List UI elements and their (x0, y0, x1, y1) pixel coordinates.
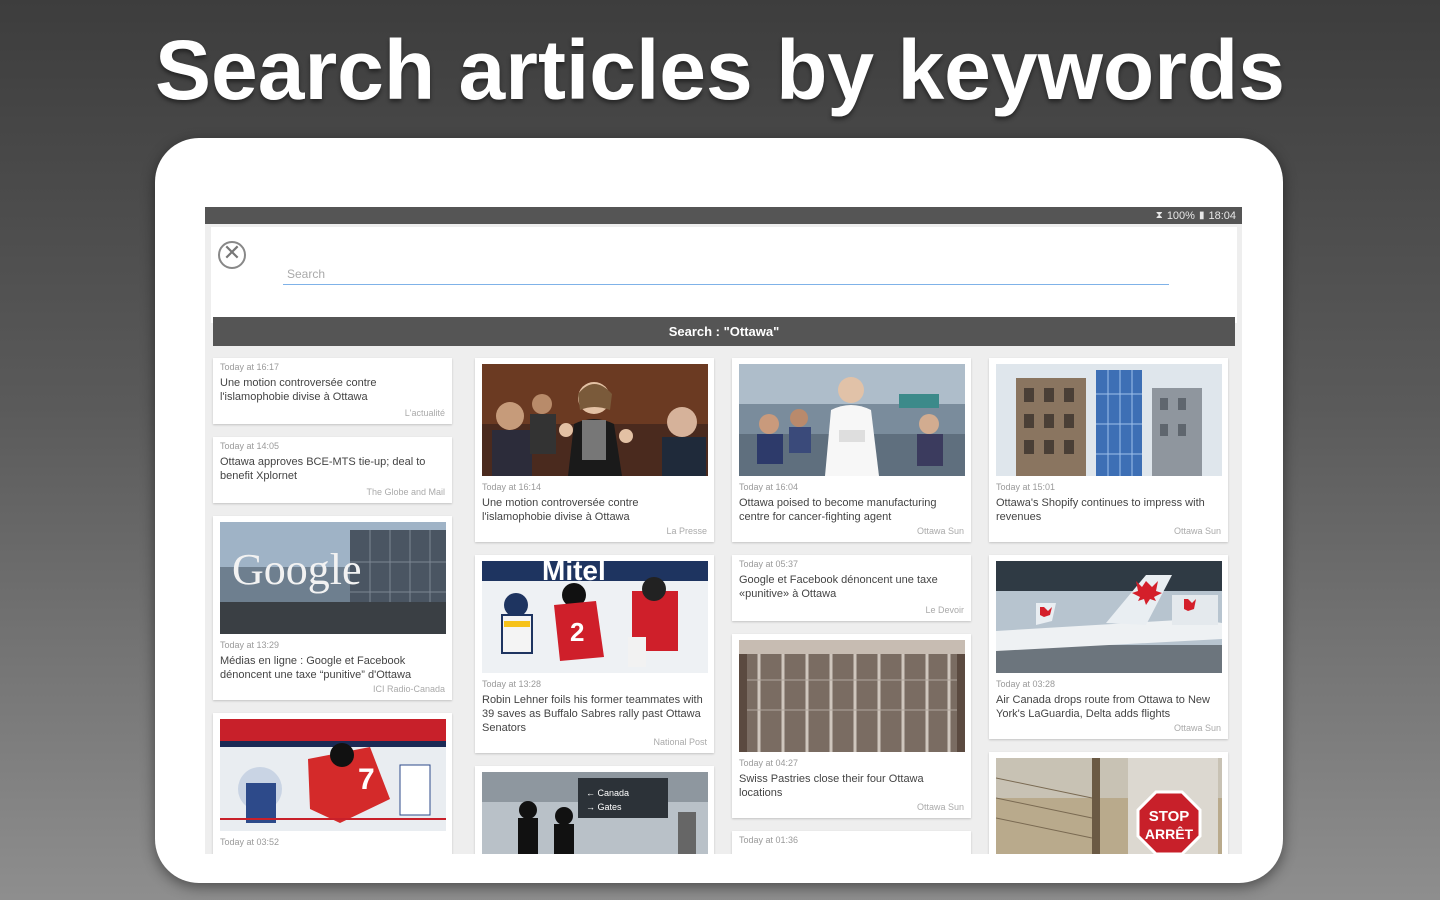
city-buildings-photo (996, 364, 1222, 476)
article-time: Today at 16:17 (220, 362, 280, 372)
search-input[interactable] (283, 263, 1169, 285)
air-canada-planes-photo (996, 561, 1222, 673)
clock: 18:04 (1208, 209, 1236, 222)
article-time: Today at 01:36 (739, 835, 799, 845)
article-title: Ottawa's Shopify continues to impress wi… (996, 497, 1205, 523)
article-title: Ottawa poised to become manufacturing ce… (739, 497, 937, 523)
article-source: Le Devoir (925, 605, 964, 615)
article-time: Today at 16:04 (739, 482, 799, 492)
article-title: Une motion controversée contre l'islamop… (220, 377, 377, 403)
article-card[interactable]: ← Canada → Gates (475, 766, 714, 854)
article-card[interactable]: Mitel 2 Today at 13:28 Robin Lehner foil… (475, 555, 714, 753)
article-source: Ottawa Sun (916, 802, 964, 812)
article-time: Today at 15:01 (996, 482, 1056, 492)
politician-speaking-photo (482, 364, 708, 476)
article-time: Today at 13:28 (482, 679, 542, 689)
article-time: Today at 14:05 (220, 441, 280, 451)
alarm-icon: ⧗ (1155, 210, 1163, 221)
close-icon[interactable]: ✕ (218, 241, 246, 269)
article-source: L'actualité (404, 408, 445, 418)
article-title: Air Canada drops route from Ottawa to Ne… (996, 694, 1210, 720)
article-card[interactable]: Today at 16:17 Une motion controversée c… (213, 358, 452, 424)
article-card[interactable]: Today at 15:01 Ottawa's Shopify continue… (989, 358, 1228, 542)
article-time: Today at 05:37 (739, 559, 799, 569)
hockey-senators-photo: 7 (220, 719, 446, 831)
rink-sign-text: Mitel (542, 561, 606, 586)
article-title: Ottawa approves BCE-MTS tie-up; deal to … (220, 456, 426, 482)
article-title: Google et Facebook dénoncent une taxe «p… (739, 574, 938, 600)
article-source: La Presse (666, 526, 707, 536)
arret-sign-text: ARRÊT (1145, 825, 1194, 842)
article-source: ICI Radio-Canada (372, 684, 445, 694)
battery-icon: ▮ (1198, 210, 1205, 221)
article-title: Médias en ligne : Google et Facebook dén… (220, 655, 412, 681)
article-card[interactable]: Today at 03:28 Air Canada drops route fr… (989, 555, 1228, 739)
stop-sign-text: STOP (1149, 808, 1190, 825)
google-sign-text: Google (232, 545, 362, 594)
page-headline: Search articles by keywords (155, 23, 1285, 117)
article-source: The Globe and Mail (366, 487, 445, 497)
article-card[interactable]: Google Today at 13:29 Médias en ligne : … (213, 516, 452, 700)
article-time: Today at 04:27 (739, 758, 799, 768)
article-card[interactable]: Today at 16:14 Une motion controversée c… (475, 358, 714, 542)
article-card[interactable]: Today at 01:36 (732, 831, 971, 854)
article-card[interactable]: STOP ARRÊT (989, 752, 1228, 854)
article-card[interactable]: Today at 05:37 Google et Facebook dénonc… (732, 555, 971, 621)
article-source: National Post (653, 737, 707, 747)
article-source: Ottawa Sun (1173, 526, 1221, 536)
article-source: Ottawa Sun (1173, 723, 1221, 733)
article-card[interactable]: Today at 14:05 Ottawa approves BCE-MTS t… (213, 437, 452, 503)
svg-text:7: 7 (358, 763, 375, 796)
hockey-sabres-photo: Mitel 2 (482, 561, 708, 673)
battery-percent: 100% (1166, 209, 1195, 222)
svg-text:→ Gates: → Gates (586, 802, 622, 812)
svg-text:2: 2 (570, 617, 584, 647)
article-title: Swiss Pastries close their four Ottawa l… (739, 773, 924, 799)
article-time: Today at 03:52 (220, 837, 280, 847)
svg-text:← Canada: ← Canada (586, 788, 629, 798)
status-bar: ⧗ 100% ▮ 18:04 (205, 207, 1242, 224)
search-panel: ✕ (211, 227, 1237, 323)
store-shutter-photo (739, 640, 965, 752)
article-time: Today at 03:28 (996, 679, 1056, 689)
article-time: Today at 16:14 (482, 482, 542, 492)
lab-doctor-photo (739, 364, 965, 476)
article-title: Une motion controversée contre l'islamop… (482, 497, 639, 523)
article-card[interactable]: Today at 04:27 Swiss Pastries close thei… (732, 634, 971, 818)
app-screen: ⧗ 100% ▮ 18:04 ✕ Search : "Ottawa" Today… (205, 207, 1242, 854)
stop-sign-photo: STOP ARRÊT (996, 758, 1222, 854)
google-building-photo: Google (220, 522, 446, 634)
article-title: Robin Lehner foils his former teammates … (482, 694, 703, 734)
search-result-header: Search : "Ottawa" (213, 317, 1235, 346)
airport-silhouettes-photo: ← Canada → Gates (482, 772, 708, 854)
article-card[interactable]: Today at 16:04 Ottawa poised to become m… (732, 358, 971, 542)
article-source: Ottawa Sun (916, 526, 964, 536)
article-card[interactable]: 7 Today at 03:52 (213, 713, 452, 854)
article-time: Today at 13:29 (220, 640, 280, 650)
